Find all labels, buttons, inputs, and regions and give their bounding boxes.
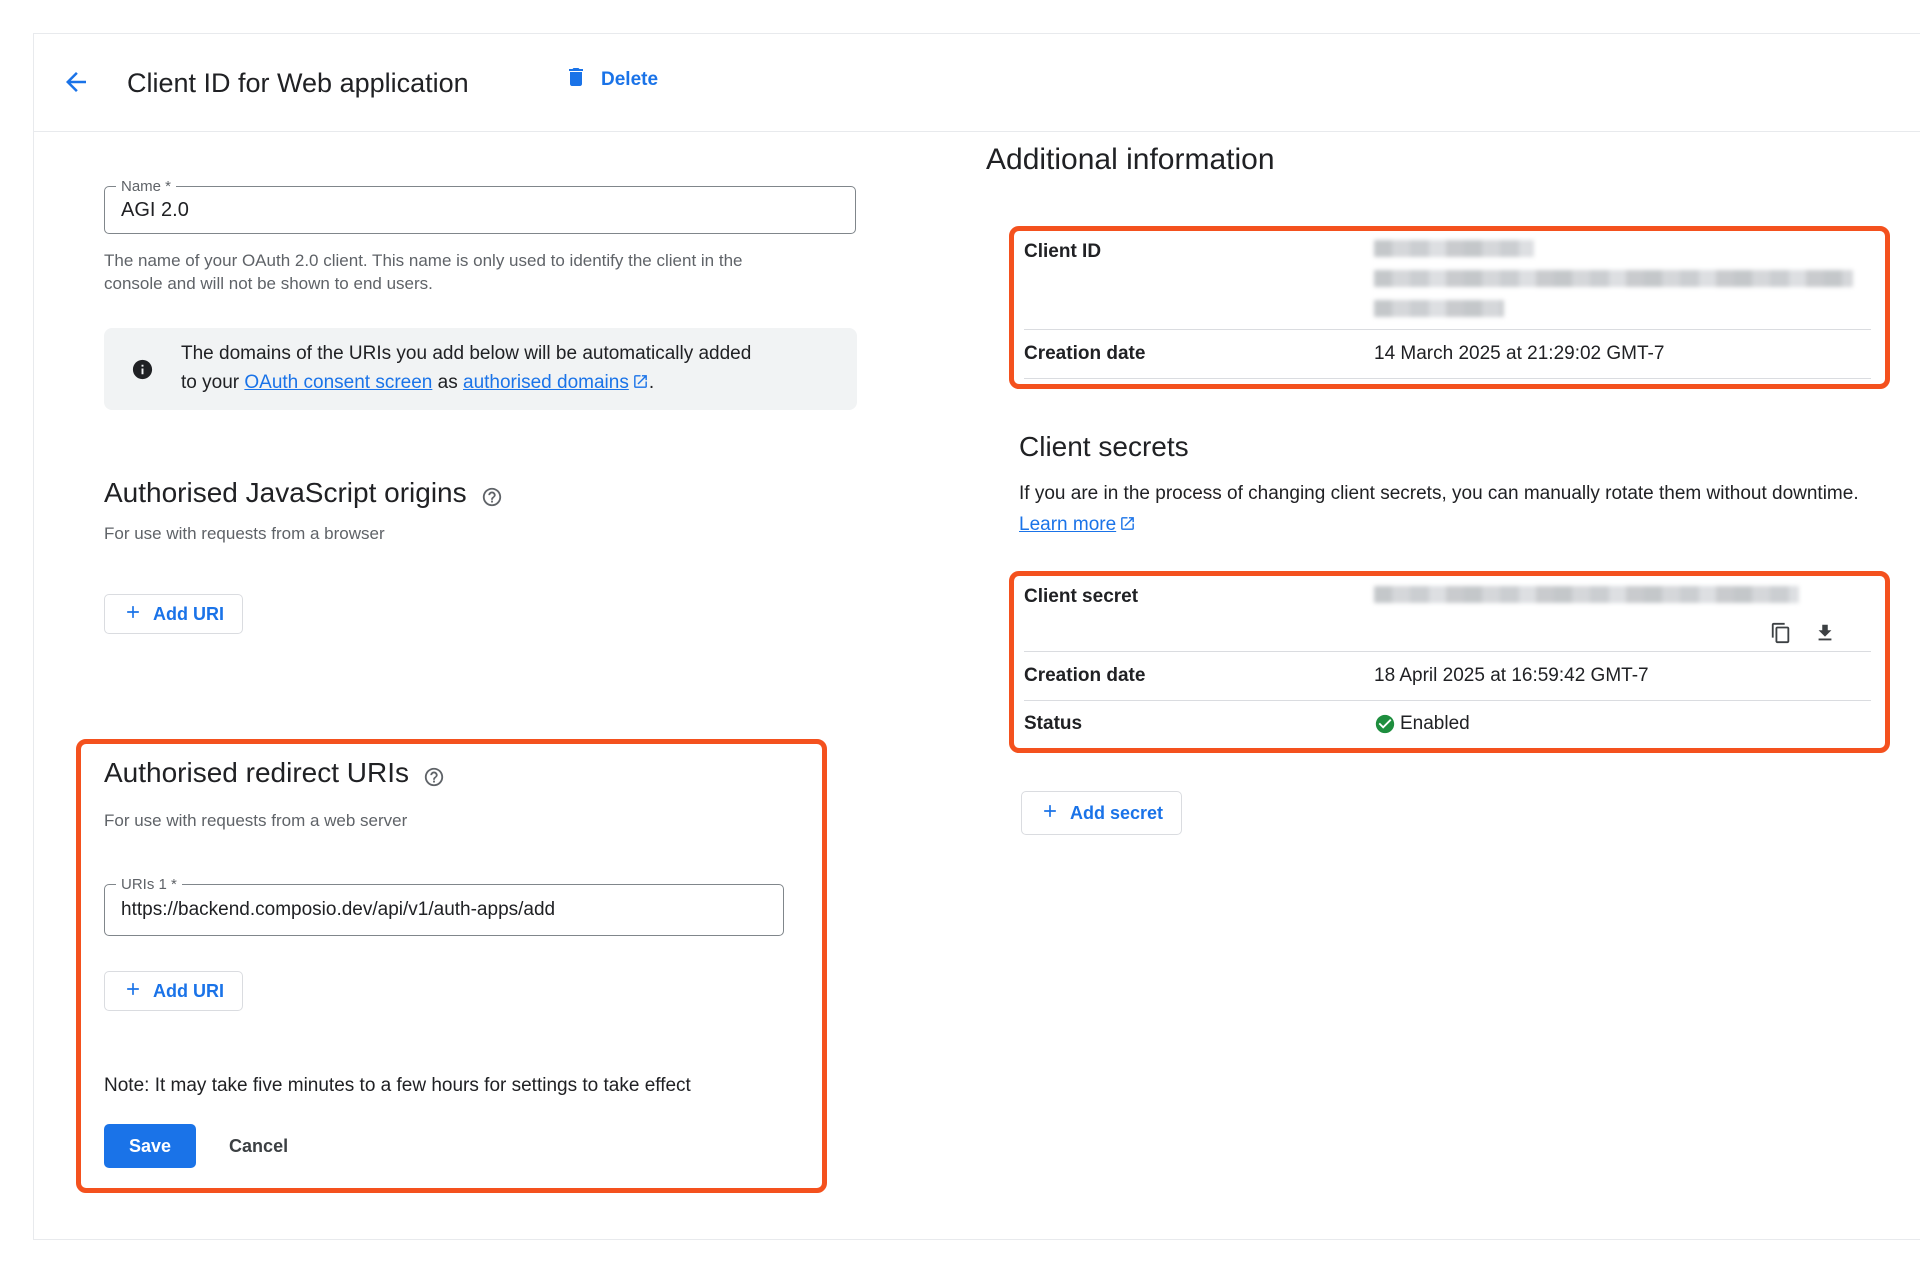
info-banner-text: The domains of the URIs you add below wi… bbox=[181, 339, 761, 399]
banner-text-after: . bbox=[649, 372, 654, 393]
download-button[interactable] bbox=[1813, 622, 1837, 646]
secret-actions bbox=[1024, 616, 1871, 652]
banner-text-prefix: to your bbox=[181, 372, 244, 393]
add-uri-button-redirects[interactable]: Add URI bbox=[104, 971, 243, 1011]
client-secret-redacted-value bbox=[1374, 586, 1871, 603]
highlight-box-client-secret: Client secret Creation date 18 April 202… bbox=[1009, 571, 1890, 753]
add-uri-button-origins[interactable]: Add URI bbox=[104, 594, 243, 634]
delete-button-label: Delete bbox=[601, 69, 658, 91]
external-link-icon bbox=[1119, 511, 1136, 542]
creation-date-label: Creation date bbox=[1024, 665, 1374, 687]
status-value-cell: Enabled bbox=[1374, 713, 1871, 735]
download-icon bbox=[1814, 632, 1836, 647]
creation-date-label: Creation date bbox=[1024, 343, 1374, 365]
status-value: Enabled bbox=[1400, 713, 1470, 735]
form-actions: Save Cancel bbox=[104, 1124, 802, 1168]
highlight-box-client-id: Client ID Creation date 14 March 2025 at… bbox=[1009, 226, 1890, 389]
section-title-additional-info: Additional information bbox=[986, 141, 1275, 179]
banner-text-middle: as bbox=[432, 372, 463, 393]
redirect-uris-subtitle: For use with requests from a web server bbox=[104, 810, 802, 832]
redacted-bar bbox=[1374, 240, 1534, 257]
learn-more-link[interactable]: Learn more bbox=[1019, 514, 1116, 535]
client-id-row: Client ID bbox=[1024, 231, 1871, 330]
redacted-bar bbox=[1374, 586, 1799, 603]
creation-date-row: Creation date 18 April 2025 at 16:59:42 … bbox=[1024, 652, 1871, 701]
info-banner: The domains of the URIs you add below wi… bbox=[104, 328, 857, 410]
oauth-consent-screen-link[interactable]: OAuth consent screen bbox=[244, 372, 432, 393]
client-secret-row: Client secret bbox=[1024, 576, 1871, 608]
client-id-label: Client ID bbox=[1024, 240, 1374, 264]
name-input[interactable] bbox=[105, 187, 855, 233]
client-secrets-description-text: If you are in the process of changing cl… bbox=[1019, 483, 1859, 504]
back-button[interactable] bbox=[60, 67, 92, 99]
trash-icon bbox=[564, 65, 588, 95]
name-field: Name * bbox=[104, 186, 856, 234]
client-secrets-description: If you are in the process of changing cl… bbox=[1019, 478, 1879, 542]
uri-input[interactable] bbox=[105, 885, 783, 935]
redirect-uris-title-text: Authorised redirect URIs bbox=[104, 756, 409, 790]
status-row: Status Enabled bbox=[1024, 701, 1871, 747]
redacted-bar bbox=[1374, 270, 1853, 287]
page-header: Client ID for Web application Delete bbox=[34, 34, 1920, 132]
info-icon bbox=[131, 358, 154, 381]
client-id-redacted-value bbox=[1374, 240, 1871, 317]
js-origins-subtitle: For use with requests from a browser bbox=[104, 523, 385, 545]
highlight-box-redirect-uris: Authorised redirect URIs For use with re… bbox=[76, 739, 827, 1193]
status-label: Status bbox=[1024, 713, 1374, 735]
external-link-icon bbox=[632, 370, 649, 399]
section-title-js-origins: Authorised JavaScript origins bbox=[104, 476, 503, 510]
save-button[interactable]: Save bbox=[104, 1124, 196, 1168]
add-secret-button[interactable]: Add secret bbox=[1021, 791, 1182, 835]
redacted-bar bbox=[1374, 300, 1504, 317]
creation-date-row: Creation date 14 March 2025 at 21:29:02 … bbox=[1024, 330, 1871, 379]
uri-field-label: URIs 1 * bbox=[116, 875, 182, 895]
creation-date-value: 18 April 2025 at 16:59:42 GMT-7 bbox=[1374, 665, 1871, 687]
add-secret-button-label: Add secret bbox=[1070, 803, 1163, 824]
creation-date-value: 14 March 2025 at 21:29:02 GMT-7 bbox=[1374, 343, 1871, 365]
uri-field: URIs 1 * bbox=[104, 884, 784, 936]
section-title-redirect-uris: Authorised redirect URIs bbox=[104, 756, 802, 790]
banner-text-before: The domains of the URIs you add below wi… bbox=[181, 343, 751, 364]
plus-icon bbox=[1040, 801, 1060, 826]
name-field-label: Name * bbox=[116, 177, 176, 197]
cancel-button[interactable]: Cancel bbox=[229, 1136, 288, 1157]
name-helper-text: The name of your OAuth 2.0 client. This … bbox=[104, 249, 804, 295]
plus-icon bbox=[123, 979, 143, 1004]
authorised-domains-link[interactable]: authorised domains bbox=[463, 372, 629, 393]
copy-icon bbox=[1770, 632, 1792, 647]
add-uri-button-label: Add URI bbox=[153, 981, 224, 1002]
copy-button[interactable] bbox=[1769, 622, 1793, 646]
plus-icon bbox=[123, 602, 143, 627]
delete-button[interactable]: Delete bbox=[564, 65, 658, 95]
add-uri-button-label: Add URI bbox=[153, 604, 224, 625]
page-title: Client ID for Web application bbox=[127, 68, 469, 99]
back-arrow-icon bbox=[61, 85, 91, 100]
help-icon[interactable] bbox=[481, 482, 503, 504]
section-title-client-secrets: Client secrets bbox=[1019, 430, 1189, 464]
check-circle-icon bbox=[1374, 713, 1396, 735]
client-secret-label: Client secret bbox=[1024, 586, 1374, 608]
note-text: Note: It may take five minutes to a few … bbox=[104, 1073, 802, 1099]
js-origins-title-text: Authorised JavaScript origins bbox=[104, 476, 467, 510]
help-icon[interactable] bbox=[423, 762, 445, 784]
main-card: Client ID for Web application Delete Nam… bbox=[33, 33, 1920, 1240]
